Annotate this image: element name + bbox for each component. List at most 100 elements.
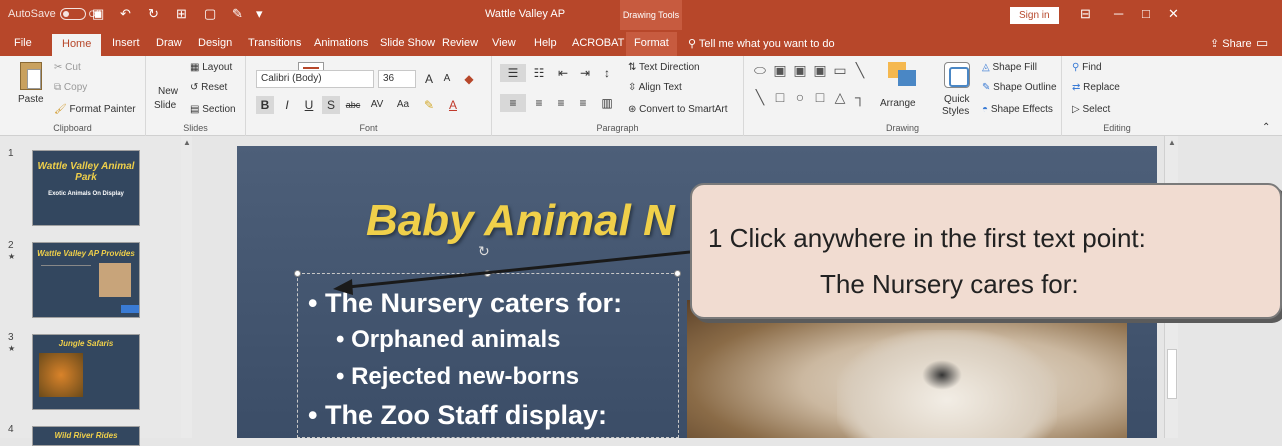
shapes-gallery[interactable]: ⬭ ▣ ▣ ▣ ▭ ╲ ╲ □ ○ □ △ ┐ xyxy=(752,62,870,112)
scroll-up-icon[interactable]: ▲ xyxy=(183,138,191,147)
shape-icon[interactable]: △ xyxy=(832,89,848,112)
columns-icon[interactable]: ▥ xyxy=(598,94,616,112)
tab-insert[interactable]: Insert xyxy=(112,37,140,49)
font-color-icon[interactable]: A xyxy=(444,96,462,114)
shape-icon[interactable]: □ xyxy=(772,89,788,112)
save-icon[interactable]: ▣ xyxy=(92,6,104,22)
thumbnail-slide-2[interactable]: Wattle Valley AP Provides xyxy=(32,242,140,318)
tab-animations[interactable]: Animations xyxy=(314,37,368,49)
align-left-icon[interactable]: ≡ xyxy=(500,94,526,112)
customize-qat-icon[interactable]: ▾ xyxy=(256,6,263,22)
numbering-icon[interactable]: ☷ xyxy=(530,64,548,82)
tab-view[interactable]: View xyxy=(492,37,516,49)
replace-button[interactable]: ⇄ Replace xyxy=(1072,82,1120,93)
format-painter-button[interactable]: 🖌 Format Painter xyxy=(54,104,136,115)
section-button[interactable]: ▤ Section xyxy=(190,104,236,115)
increase-indent-icon[interactable]: ⇥ xyxy=(576,64,594,82)
shape-effects-button[interactable]: ◓ Shape Effects xyxy=(982,104,1053,115)
tab-draw[interactable]: Draw xyxy=(156,37,182,49)
paste-icon[interactable] xyxy=(20,62,42,90)
cut-button[interactable]: ✂ Cut xyxy=(54,62,81,73)
comments-icon[interactable]: ▭ xyxy=(1256,35,1268,51)
ribbon-display-options-icon[interactable]: ⊟ xyxy=(1080,6,1091,22)
shape-icon[interactable]: ○ xyxy=(792,89,808,112)
reset-button[interactable]: ↺ Reset xyxy=(190,82,227,93)
layout-button[interactable]: ▦ Layout xyxy=(190,62,232,73)
shape-icon[interactable]: ▣ xyxy=(812,62,828,85)
share-button[interactable]: ⇪ Share xyxy=(1210,37,1252,50)
tab-transitions[interactable]: Transitions xyxy=(248,37,301,49)
thumbnail-slide-3[interactable]: Jungle Safaris xyxy=(32,334,140,410)
shape-icon[interactable]: ▭ xyxy=(832,62,848,85)
tab-home[interactable]: Home xyxy=(52,34,102,56)
tab-slide-show[interactable]: Slide Show xyxy=(380,37,435,49)
decrease-font-icon[interactable]: A xyxy=(438,70,456,88)
highlight-icon[interactable]: ✎ xyxy=(420,96,438,114)
thumbnail-scrollbar[interactable]: ▲ xyxy=(181,136,192,438)
shadow-button[interactable]: S xyxy=(322,96,340,114)
autosave-switch[interactable] xyxy=(59,8,86,20)
bullet-point[interactable]: • Orphaned animals xyxy=(336,326,560,354)
minimize-icon[interactable]: ─ xyxy=(1114,6,1123,21)
tab-design[interactable]: Design xyxy=(198,37,232,49)
quick-styles-label[interactable]: Quick xyxy=(944,94,970,105)
tab-help[interactable]: Help xyxy=(534,37,557,49)
maximize-icon[interactable]: □ xyxy=(1142,6,1150,21)
change-case-button[interactable]: Aa xyxy=(394,96,412,114)
bold-button[interactable]: B xyxy=(256,96,274,114)
shape-icon[interactable]: ╲ xyxy=(852,62,868,85)
clear-formatting-icon[interactable]: ◆ xyxy=(460,70,478,88)
autosave-toggle[interactable]: AutoSave Off xyxy=(8,8,101,20)
draw-icon[interactable]: ✎ xyxy=(232,6,243,22)
bullet-point[interactable]: • Rejected new-borns xyxy=(336,363,579,391)
quick-styles-icon[interactable] xyxy=(944,62,970,88)
arrange-button[interactable]: Arrange xyxy=(880,98,916,109)
align-center-icon[interactable]: ≡ xyxy=(530,94,548,112)
scroll-up-icon[interactable]: ▲ xyxy=(1168,138,1176,147)
decrease-indent-icon[interactable]: ⇤ xyxy=(554,64,572,82)
sign-in-button[interactable]: Sign in xyxy=(1010,7,1059,24)
redo-icon[interactable]: ↻ xyxy=(148,6,159,22)
tab-file[interactable]: File xyxy=(14,37,32,49)
shape-fill-button[interactable]: ◬ Shape Fill xyxy=(982,62,1037,73)
resize-handle[interactable] xyxy=(674,270,681,277)
shape-icon[interactable]: ▣ xyxy=(792,62,808,85)
new-slide-icon[interactable]: ▢ xyxy=(204,6,216,22)
paste-button[interactable]: Paste xyxy=(18,94,44,105)
strikethrough-button[interactable]: abc xyxy=(344,96,362,114)
character-spacing-icon[interactable]: AV xyxy=(368,96,386,114)
undo-icon[interactable]: ↶ xyxy=(120,6,131,22)
font-size-select[interactable]: 36 xyxy=(378,70,416,88)
text-direction-button[interactable]: ⇅ Text Direction xyxy=(628,62,700,73)
shape-icon[interactable]: ▣ xyxy=(772,62,788,85)
thumbnail-slide-1[interactable]: Wattle Valley Animal Park Exotic Animals… xyxy=(32,150,140,226)
line-spacing-icon[interactable]: ↕ xyxy=(598,64,616,82)
close-icon[interactable]: ✕ xyxy=(1168,6,1179,22)
justify-icon[interactable]: ≡ xyxy=(574,94,592,112)
resize-handle[interactable] xyxy=(484,270,491,277)
copy-button[interactable]: ⧉ Copy xyxy=(54,82,87,93)
shape-icon[interactable]: ┐ xyxy=(852,89,868,112)
shape-outline-button[interactable]: ✎ Shape Outline xyxy=(982,82,1057,93)
tell-me-search[interactable]: ⚲ Tell me what you want to do xyxy=(688,37,835,50)
baby-tiger-image[interactable] xyxy=(687,300,1127,438)
bullet-point[interactable]: • The Nursery caters for: xyxy=(308,288,622,319)
tab-acrobat[interactable]: ACROBAT xyxy=(572,37,624,49)
new-slide-label[interactable]: New xyxy=(158,86,178,97)
bullets-icon[interactable]: ☰ xyxy=(500,64,526,82)
shape-icon[interactable]: □ xyxy=(812,89,828,112)
shape-icon[interactable]: ⬭ xyxy=(752,62,768,85)
align-right-icon[interactable]: ≡ xyxy=(552,94,570,112)
select-button[interactable]: ▷ Select xyxy=(1072,104,1110,115)
scrollbar-thumb[interactable] xyxy=(1167,349,1177,399)
arrange-icon[interactable] xyxy=(888,62,918,86)
slide-title[interactable]: Baby Animal N xyxy=(366,196,675,246)
tab-review[interactable]: Review xyxy=(442,37,478,49)
resize-handle[interactable] xyxy=(294,270,301,277)
convert-smartart-button[interactable]: ⊛ Convert to SmartArt xyxy=(628,104,728,115)
tab-format[interactable]: Format xyxy=(626,32,677,56)
font-name-select[interactable]: Calibri (Body) xyxy=(256,70,374,88)
collapse-ribbon-icon[interactable]: ⌃ xyxy=(1262,122,1270,133)
thumbnail-slide-4[interactable]: Wild River Rides xyxy=(32,426,140,446)
increase-font-icon[interactable]: A xyxy=(420,70,438,88)
